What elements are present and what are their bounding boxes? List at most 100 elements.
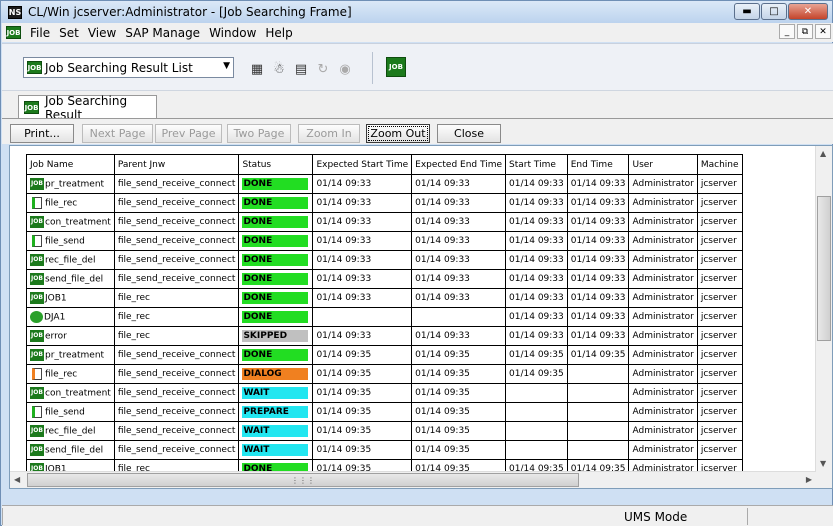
status-badge: DONE [242, 197, 309, 209]
title-bar[interactable]: NS CL/Win jcserver:Administrator - [Job … [1, 1, 832, 23]
cell-machine: jcserver [696, 364, 743, 384]
menu-help[interactable]: Help [265, 26, 292, 40]
status-badge: DONE [242, 292, 309, 304]
job-name: send_file_del [45, 445, 104, 456]
cell-start: 01/14 09:33 [505, 193, 568, 213]
table-row[interactable]: file_rec file_send_receive_connect DONE 01/… [26, 193, 743, 213]
zoom-out-button[interactable]: Zoom Out [366, 124, 430, 143]
cell-user: Administrator [628, 212, 698, 232]
table-row[interactable]: JOB con_treatment file_send_receive_connec… [26, 383, 743, 403]
table-row[interactable]: JOB send_file_del file_send_receive_connec… [26, 269, 743, 289]
cell-machine: jcserver [696, 250, 743, 270]
mdi-close-button[interactable]: ✕ [815, 24, 831, 39]
horizontal-scrollbar[interactable]: ◀ ⋮⋮⋮ ▶ [10, 471, 816, 488]
cell-exp-start: 01/14 09:33 [312, 231, 413, 251]
close-preview-button[interactable]: Close [437, 124, 501, 143]
cell-start: 01/14 09:35 [505, 345, 568, 365]
tree-view-icon[interactable]: ▦ [248, 61, 266, 77]
job-result-table: Job Name Parent Jnw Status Expected Star… [26, 154, 743, 479]
cell-user: Administrator [628, 326, 698, 346]
menu-file[interactable]: File [30, 26, 50, 40]
cell-job-name: DJA1 [26, 307, 115, 327]
cell-parent: file_rec [113, 326, 240, 346]
scroll-right-icon[interactable]: ▶ [806, 475, 812, 484]
report-preview-pane: Job Name Parent Jnw Status Expected Star… [9, 145, 833, 489]
table-row[interactable]: DJA1 file_rec DONE 01/14 09:33 01/14 09:33 Ad… [26, 307, 743, 327]
table-row[interactable]: file_send file_send_receive_connect DONE 01… [26, 231, 743, 251]
mdi-minimize-button[interactable]: _ [779, 24, 795, 39]
table-row[interactable]: JOB pr_treatment file_send_receive_connect… [26, 345, 743, 365]
minimize-button[interactable]: ▬ [734, 3, 760, 20]
scroll-up-icon[interactable]: ▲ [820, 149, 826, 158]
table-row[interactable]: JOB rec_file_del file_send_receive_connect… [26, 250, 743, 270]
maximize-button[interactable]: □ [761, 3, 787, 20]
zoom-in-button[interactable]: Zoom In [298, 124, 360, 143]
cell-start: 01/14 09:35 [505, 364, 568, 384]
chevron-down-icon[interactable]: ▼ [223, 61, 230, 71]
mdi-restore-button[interactable]: ⧉ [797, 24, 813, 39]
cell-exp-end: 01/14 09:33 [411, 193, 507, 213]
dialog-job-icon [30, 311, 43, 323]
cell-status: DONE [238, 212, 314, 232]
job-window-icon[interactable]: JOB [6, 26, 21, 39]
cell-user: Administrator [628, 269, 698, 289]
job-flow-icon[interactable]: JOB [386, 57, 406, 77]
cell-job-name: JOB error [26, 326, 115, 346]
menu-sap-manage[interactable]: SAP Manage [125, 26, 200, 40]
cell-exp-start: 01/14 09:33 [312, 288, 413, 308]
status-separator [747, 508, 748, 525]
cell-user: Administrator [628, 383, 698, 403]
cell-start [505, 383, 568, 403]
job-name: con_treatment [45, 217, 111, 228]
cell-status: DONE [238, 269, 314, 289]
table-row[interactable]: JOB pr_treatment file_send_receive_connect… [26, 174, 743, 194]
result-view-select[interactable]: JOB Job Searching Result List ▼ [23, 57, 234, 78]
cell-user: Administrator [628, 440, 698, 460]
cell-end [566, 383, 630, 403]
table-row[interactable]: JOB JOB1 file_rec DONE 01/14 09:33 01/14 09:3… [26, 288, 743, 308]
cell-user: Administrator [628, 174, 698, 194]
job-name: file_send [45, 407, 85, 418]
horizontal-scroll-thumb[interactable]: ⋮⋮⋮ [27, 473, 579, 487]
job-icon: JOB [30, 349, 44, 361]
print-button[interactable]: Print... [10, 124, 74, 143]
close-button[interactable]: ✕ [788, 3, 828, 20]
scroll-down-icon[interactable]: ▼ [820, 459, 826, 468]
vertical-scroll-thumb[interactable] [817, 196, 831, 341]
table-row[interactable]: JOB send_file_del file_send_receive_connec… [26, 440, 743, 460]
job-icon: JOB [30, 178, 44, 190]
next-page-button[interactable]: Next Page [82, 124, 153, 143]
ums-mode-indicator: UMS Mode [624, 510, 688, 524]
cell-user: Administrator [628, 250, 698, 270]
cell-exp-start: 01/14 09:35 [312, 421, 413, 441]
table-row[interactable]: JOB error file_rec SKIPPED 01/14 09:33 01/14 … [26, 326, 743, 346]
vertical-scrollbar[interactable]: ▲ ▼ [815, 146, 832, 488]
tab-job-searching-result[interactable]: JOB Job Searching Result [18, 94, 157, 122]
menu-set[interactable]: Set [59, 26, 79, 40]
cell-exp-end: 01/14 09:35 [411, 421, 507, 441]
cell-parent: file_send_receive_connect [113, 250, 240, 270]
job-icon: JOB [27, 61, 42, 74]
table-row[interactable]: JOB rec_file_del file_send_receive_connect… [26, 421, 743, 441]
prev-page-button[interactable]: Prev Page [155, 124, 222, 143]
status-separator [2, 508, 3, 525]
menu-view[interactable]: View [88, 26, 116, 40]
cell-end [566, 421, 630, 441]
menu-window[interactable]: Window [209, 26, 256, 40]
two-page-button[interactable]: Two Page [227, 124, 291, 143]
cell-start: 01/14 09:33 [505, 307, 568, 327]
job-icon: JOB [30, 330, 44, 342]
search-person-icon[interactable]: ☃ [270, 61, 288, 77]
status-badge: DONE [242, 311, 309, 323]
binoculars-icon[interactable]: ◉ [336, 61, 354, 77]
list-icon[interactable]: ▤ [292, 61, 310, 77]
table-row[interactable]: file_send file_send_receive_connect PREPAR… [26, 402, 743, 422]
table-row[interactable]: file_rec file_send_receive_connect DIALOG 0… [26, 364, 743, 384]
table-row[interactable]: JOB con_treatment file_send_receive_connec… [26, 212, 743, 232]
refresh-icon[interactable]: ↻ [314, 61, 332, 77]
scroll-left-icon[interactable]: ◀ [14, 475, 20, 484]
status-badge: WAIT [242, 387, 309, 399]
status-badge: DONE [242, 178, 309, 190]
job-name: DJA1 [44, 312, 66, 323]
cell-exp-end: 01/14 09:35 [411, 383, 507, 403]
